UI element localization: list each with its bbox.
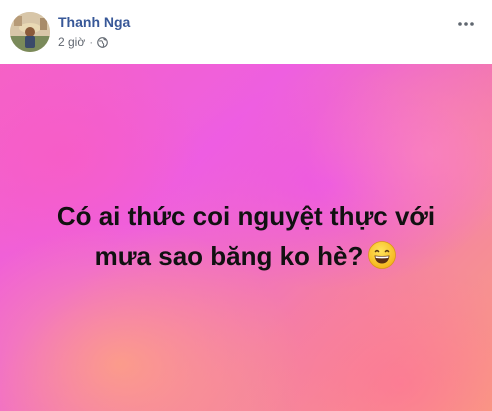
post-meta: 2 giờ · xyxy=(58,35,109,49)
grinning-face-emoji-icon xyxy=(368,241,397,269)
avatar[interactable] xyxy=(10,12,50,52)
meta-separator: · xyxy=(89,35,94,49)
facebook-post: Thanh Nga 2 giờ · Có ai thức coi nguyệt … xyxy=(0,0,492,411)
post-text-line-2: mưa sao băng ko hè? xyxy=(94,241,364,271)
post-background: Có ai thức coi nguyệt thực với mưa sao b… xyxy=(0,64,492,411)
post-header: Thanh Nga 2 giờ · xyxy=(0,0,492,64)
post-text-line-2-wrap: mưa sao băng ko hè? xyxy=(20,236,472,276)
more-options-icon[interactable] xyxy=(456,14,476,34)
post-text-line-1: Có ai thức coi nguyệt thực với xyxy=(56,201,436,231)
avatar-image xyxy=(10,12,50,52)
globe-icon[interactable] xyxy=(97,36,109,48)
author-name[interactable]: Thanh Nga xyxy=(58,14,130,30)
post-text: Có ai thức coi nguyệt thực với mưa sao b… xyxy=(20,196,472,276)
post-timestamp[interactable]: 2 giờ xyxy=(58,35,85,49)
